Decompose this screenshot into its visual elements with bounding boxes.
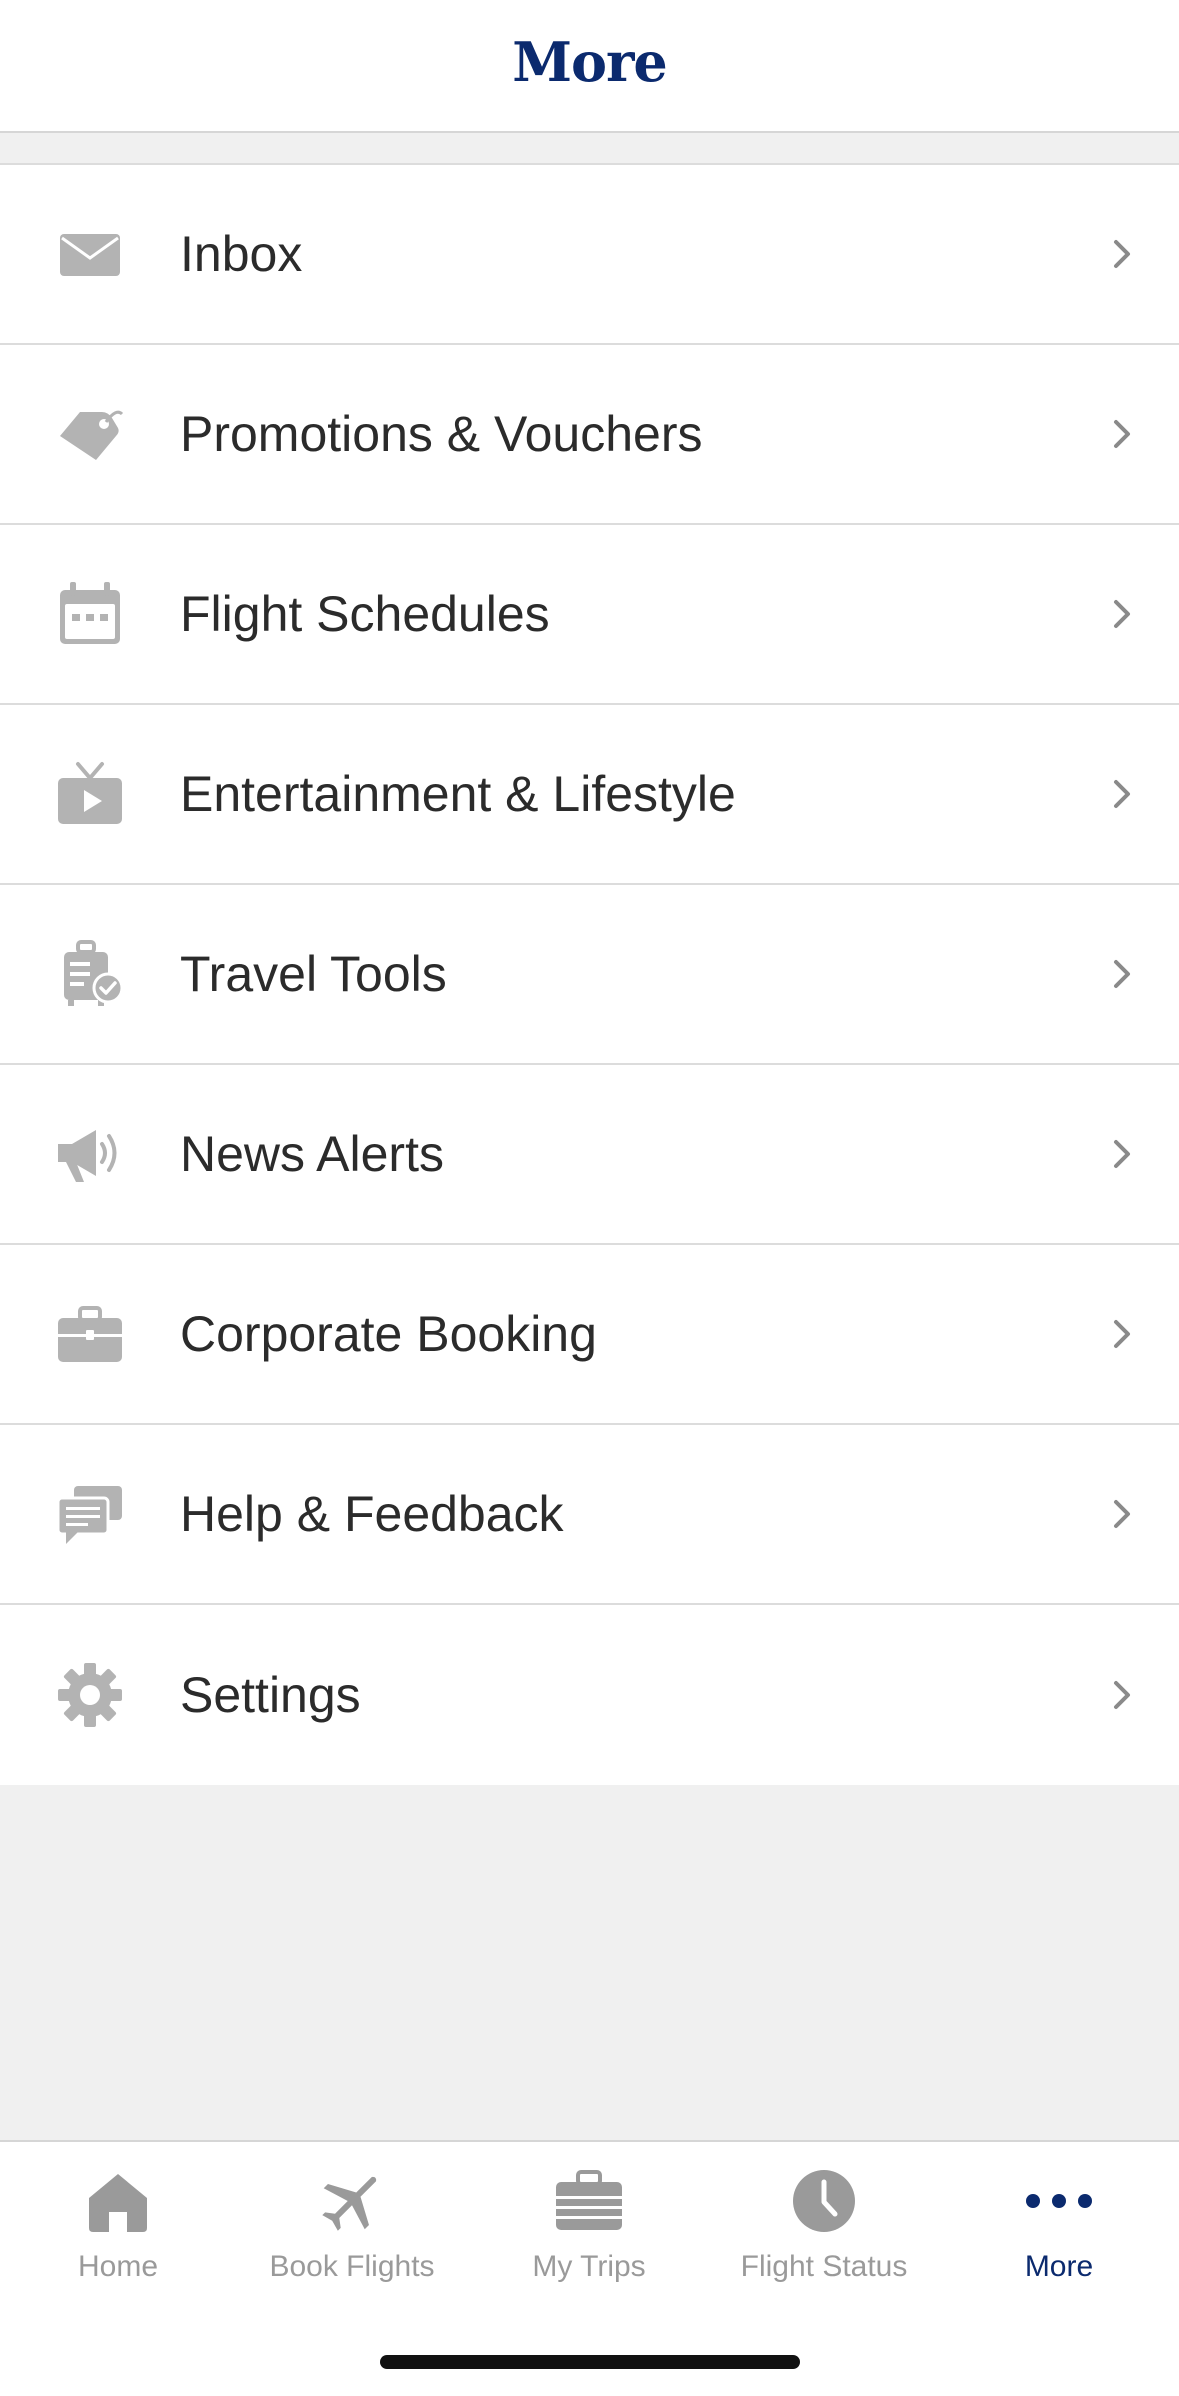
- chat-bubbles-icon: [56, 1480, 124, 1548]
- tab-label: Book Flights: [269, 2250, 435, 2283]
- menu-label: Settings: [180, 1667, 361, 1723]
- menu-label: News Alerts: [180, 1126, 444, 1182]
- more-menu-list: Inbox Promotions & Vouchers Flight Sched…: [0, 163, 1179, 1785]
- menu-item-corporate-booking[interactable]: Corporate Booking: [0, 1245, 1179, 1425]
- chevron-right-icon: [1107, 594, 1137, 634]
- menu-label: Flight Schedules: [180, 586, 550, 642]
- tag-icon: [56, 400, 124, 468]
- menu-label: Promotions & Vouchers: [180, 406, 703, 462]
- tab-label: More: [1024, 2250, 1094, 2283]
- tab-label: Flight Status: [740, 2250, 908, 2283]
- chevron-right-icon: [1107, 1134, 1137, 1174]
- tab-book-flights[interactable]: Book Flights: [234, 2166, 470, 2306]
- calendar-icon: [56, 580, 124, 648]
- menu-item-inbox[interactable]: Inbox: [0, 165, 1179, 345]
- menu-label: Entertainment & Lifestyle: [180, 766, 736, 822]
- house-icon: [83, 2166, 153, 2236]
- page-title: More: [512, 29, 668, 94]
- gear-icon: [56, 1661, 124, 1729]
- more-screen: More Inbox Promotions & Vouchers Flight …: [0, 0, 1179, 2396]
- luggage-check-icon: [56, 940, 124, 1008]
- more-dots-icon: [1024, 2166, 1094, 2236]
- chevron-right-icon: [1107, 1314, 1137, 1354]
- airplane-icon: [317, 2166, 387, 2236]
- menu-label: Inbox: [180, 226, 303, 282]
- menu-label: Help & Feedback: [180, 1486, 564, 1542]
- tab-label: Home: [77, 2250, 159, 2283]
- chevron-right-icon: [1107, 1494, 1137, 1534]
- menu-item-news-alerts[interactable]: News Alerts: [0, 1065, 1179, 1245]
- menu-item-promotions-vouchers[interactable]: Promotions & Vouchers: [0, 345, 1179, 525]
- suitcase-icon: [554, 2166, 624, 2236]
- menu-label: Travel Tools: [180, 946, 447, 1002]
- tab-home[interactable]: Home: [0, 2166, 236, 2306]
- chevron-right-icon: [1107, 954, 1137, 994]
- menu-item-settings[interactable]: Settings: [0, 1605, 1179, 1785]
- tab-label: My Trips: [532, 2250, 646, 2283]
- chevron-right-icon: [1107, 1675, 1137, 1715]
- menu-item-entertainment-lifestyle[interactable]: Entertainment & Lifestyle: [0, 705, 1179, 885]
- menu-item-travel-tools[interactable]: Travel Tools: [0, 885, 1179, 1065]
- megaphone-icon: [56, 1120, 124, 1188]
- home-indicator: [380, 2355, 800, 2369]
- tab-my-trips[interactable]: My Trips: [471, 2166, 707, 2306]
- tab-more[interactable]: More: [941, 2166, 1177, 2306]
- chevron-right-icon: [1107, 234, 1137, 274]
- chevron-right-icon: [1107, 414, 1137, 454]
- tab-flight-status[interactable]: Flight Status: [706, 2166, 942, 2306]
- tv-icon: [56, 760, 124, 828]
- menu-label: Corporate Booking: [180, 1306, 597, 1362]
- menu-item-help-feedback[interactable]: Help & Feedback: [0, 1425, 1179, 1605]
- clock-icon: [789, 2166, 859, 2236]
- menu-item-flight-schedules[interactable]: Flight Schedules: [0, 525, 1179, 705]
- nav-header: More: [0, 0, 1179, 133]
- envelope-icon: [56, 220, 124, 288]
- briefcase-icon: [56, 1300, 124, 1368]
- chevron-right-icon: [1107, 774, 1137, 814]
